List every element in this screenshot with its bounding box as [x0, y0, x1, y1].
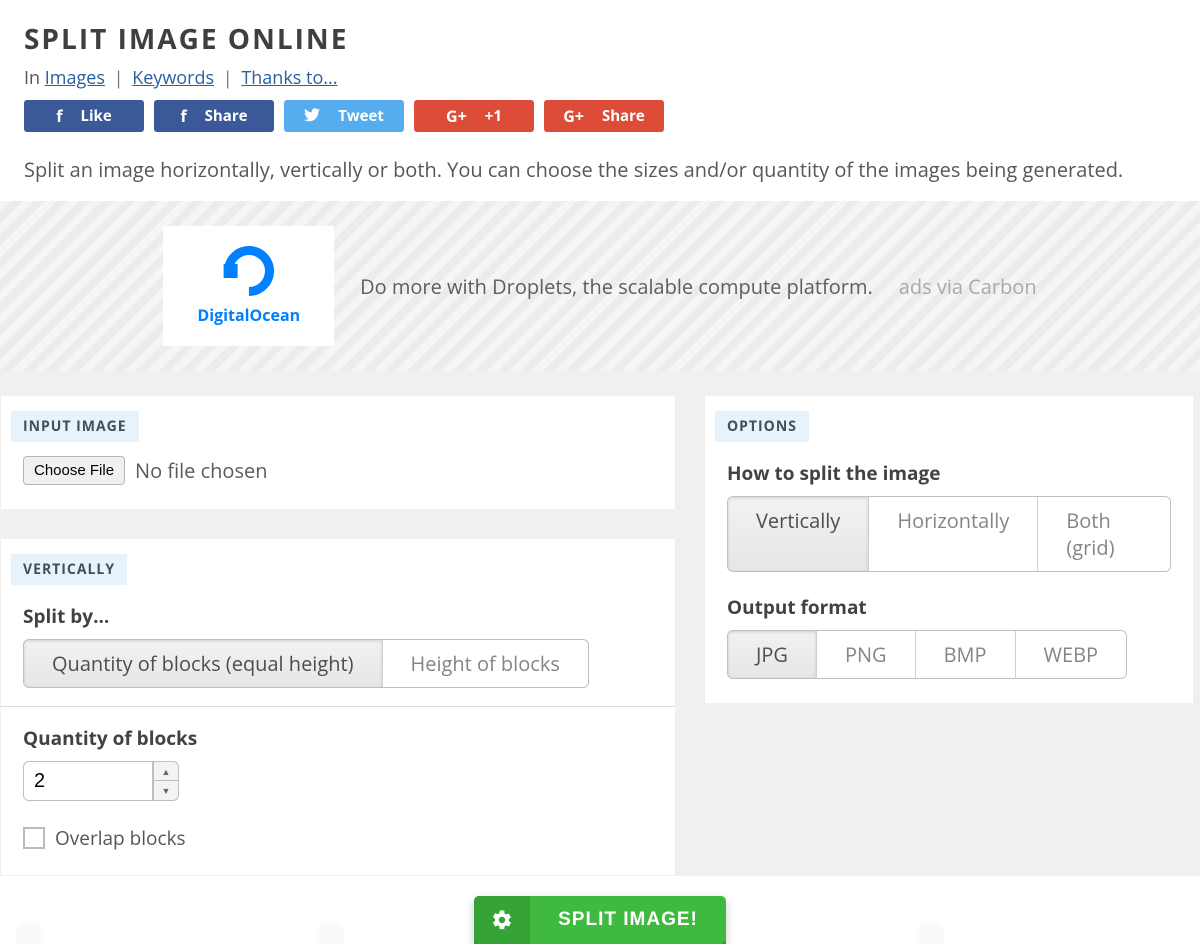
split-by-label: Split by... — [23, 603, 653, 629]
vertically-heading: VERTICALLY — [11, 554, 127, 585]
ad-banner: DigitalOcean Do more with Droplets, the … — [0, 201, 1200, 371]
input-image-card: INPUT IMAGE Choose File No file chosen — [0, 395, 676, 510]
options-heading: OPTIONS — [715, 411, 809, 442]
google-plus-one-button[interactable]: G+ +1 — [414, 100, 534, 132]
twitter-icon — [304, 105, 320, 127]
facebook-icon: f — [56, 105, 62, 127]
page-title: SPLIT IMAGE ONLINE — [24, 20, 1176, 58]
vertically-card: VERTICALLY Split by... Quantity of block… — [0, 538, 676, 876]
quantity-step-up[interactable]: ▲ — [153, 761, 179, 781]
ad-brand: DigitalOcean — [197, 304, 300, 326]
facebook-share-button[interactable]: f Share — [154, 100, 274, 132]
options-card: OPTIONS How to split the image Verticall… — [704, 395, 1194, 704]
breadcrumb-link-keywords[interactable]: Keywords — [132, 66, 214, 90]
format-toggle: JPG PNG BMP WEBP — [727, 630, 1127, 679]
google-plus-icon: G+ — [563, 105, 584, 127]
howto-both-option[interactable]: Both (grid) — [1037, 497, 1170, 571]
google-plus-share-button[interactable]: G+ Share — [544, 100, 664, 132]
breadcrumb-prefix: In — [24, 66, 40, 90]
split-by-toggle: Quantity of blocks (equal height) Height… — [23, 639, 589, 688]
quantity-step-down[interactable]: ▼ — [153, 781, 179, 801]
gear-icon — [474, 896, 530, 944]
split-image-button[interactable]: SPLIT IMAGE! — [474, 896, 726, 944]
howto-toggle: Vertically Horizontally Both (grid) — [727, 496, 1171, 572]
split-by-height-option[interactable]: Height of blocks — [382, 640, 588, 687]
ad-copy[interactable]: Do more with Droplets, the scalable comp… — [360, 273, 873, 300]
overlap-checkbox[interactable] — [23, 827, 45, 849]
quantity-label: Quantity of blocks — [23, 725, 653, 751]
intro-text: Split an image horizontally, vertically … — [0, 156, 1200, 201]
input-image-heading: INPUT IMAGE — [11, 411, 139, 442]
breadcrumb: In Images | Keywords | Thanks to... — [24, 66, 1176, 90]
breadcrumb-link-images[interactable]: Images — [45, 66, 105, 90]
split-by-quantity-option[interactable]: Quantity of blocks (equal height) — [24, 640, 382, 687]
quantity-input[interactable] — [23, 761, 153, 801]
choose-file-button[interactable]: Choose File — [23, 456, 125, 485]
overlap-blocks-row[interactable]: Overlap blocks — [23, 825, 653, 851]
facebook-icon: f — [180, 105, 186, 127]
overlap-label: Overlap blocks — [55, 825, 186, 851]
twitter-tweet-button[interactable]: Tweet — [284, 100, 404, 132]
google-plus-icon: G+ — [446, 105, 467, 127]
breadcrumb-link-thanks[interactable]: Thanks to... — [241, 66, 337, 90]
format-label: Output format — [727, 594, 1171, 620]
format-png-option[interactable]: PNG — [816, 631, 915, 678]
howto-label: How to split the image — [727, 460, 1171, 486]
ad-disclaimer[interactable]: ads via Carbon — [899, 273, 1037, 300]
ad-card[interactable]: DigitalOcean — [163, 226, 334, 346]
howto-vertically-option[interactable]: Vertically — [728, 497, 868, 571]
howto-horizontally-option[interactable]: Horizontally — [868, 497, 1037, 571]
facebook-like-button[interactable]: f Like — [24, 100, 144, 132]
format-webp-option[interactable]: WEBP — [1015, 631, 1127, 678]
format-bmp-option[interactable]: BMP — [915, 631, 1015, 678]
file-status: No file chosen — [135, 457, 267, 484]
split-image-label: SPLIT IMAGE! — [530, 909, 726, 931]
format-jpg-option[interactable]: JPG — [728, 631, 816, 678]
digitalocean-logo-icon — [213, 236, 284, 307]
